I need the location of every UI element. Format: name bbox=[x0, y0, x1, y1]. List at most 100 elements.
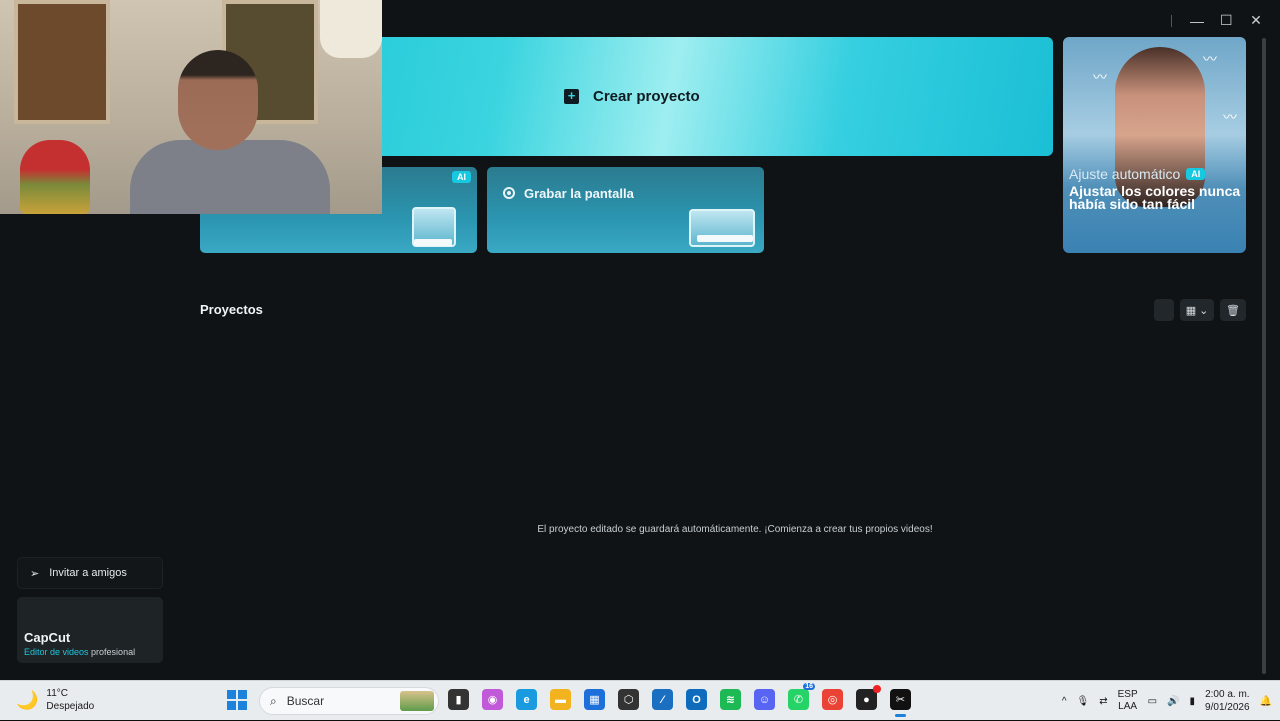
brand-subtitle: Editor de videos profesional bbox=[24, 647, 163, 657]
whatsapp-glyph: ✆ bbox=[793, 694, 804, 706]
lamp-shade bbox=[320, 0, 382, 58]
visual-studio-glyph: ⁄ bbox=[661, 693, 664, 706]
person-body bbox=[130, 140, 330, 214]
outlook-glyph: O bbox=[692, 693, 701, 706]
notification-badge: 16 bbox=[803, 683, 815, 690]
language-indicator[interactable]: ESP LAA bbox=[1118, 689, 1138, 713]
battery-icon[interactable]: ▮ bbox=[1190, 696, 1196, 707]
weather-desc: Despejado bbox=[46, 701, 95, 712]
person-head bbox=[178, 50, 258, 150]
capcut-glyph: ✂ bbox=[895, 694, 906, 706]
windows-logo-tile bbox=[238, 690, 247, 699]
projects-toolbar: ▦ ⌄ 🗑 bbox=[1154, 299, 1246, 321]
system-tray: ^ 🎙 ⇄ ESP LAA ▭ 🔊 ▮ 2:00 a. m. 9/01/2026… bbox=[1062, 681, 1280, 721]
brand-card: CapCut Editor de videos profesional bbox=[17, 597, 163, 663]
obs-glyph: ● bbox=[863, 693, 870, 706]
maximize-button[interactable]: ☐ bbox=[1220, 12, 1233, 29]
copilot-icon[interactable]: ◉ bbox=[482, 689, 503, 710]
chrome-glyph: ◎ bbox=[827, 694, 838, 706]
grid-icon: ▦ bbox=[1185, 304, 1197, 317]
ai-badge: AI bbox=[1186, 168, 1206, 180]
select-button[interactable] bbox=[1154, 299, 1174, 321]
send-icon: ➢ bbox=[30, 567, 40, 580]
brand-subtitle-highlight: Editor de videos bbox=[24, 647, 89, 657]
recording-dot bbox=[873, 685, 881, 693]
record-screen-label: Grabar la pantalla bbox=[524, 186, 634, 201]
weather-widget[interactable]: 🌙 11°C Despejado bbox=[16, 687, 94, 713]
whatsapp-icon[interactable]: ✆ 16 bbox=[788, 683, 815, 710]
clock-date: 9/01/2026 bbox=[1205, 702, 1250, 713]
volume-icon[interactable]: 🔊 bbox=[1167, 696, 1179, 707]
network-share-icon[interactable]: ⇄ bbox=[1099, 696, 1107, 707]
lang-top: ESP bbox=[1117, 689, 1138, 700]
title-separator bbox=[1171, 14, 1172, 27]
outlook-icon[interactable]: O bbox=[686, 689, 707, 710]
record-screen-card[interactable]: Grabar la pantalla bbox=[487, 167, 764, 253]
create-project-button[interactable]: + Crear proyecto bbox=[564, 88, 700, 105]
brand-name: CapCut bbox=[24, 630, 71, 645]
weather-temp: 11°C bbox=[46, 688, 69, 699]
delete-button[interactable]: 🗑 bbox=[1220, 299, 1246, 321]
bird-icon: 〰 bbox=[1093, 69, 1107, 85]
clock-time: 2:00 a. m. bbox=[1205, 689, 1250, 700]
file-explorer-dark-icon[interactable]: ▮ bbox=[448, 689, 469, 710]
promo-subtitle: Ajustar los colores nunca había sido tan… bbox=[1069, 183, 1241, 212]
capcut-icon[interactable]: ✂ bbox=[890, 689, 911, 717]
search-icon: ⌕ bbox=[270, 693, 277, 708]
windows-logo-tile bbox=[238, 701, 247, 710]
search-placeholder: Buscar bbox=[286, 694, 325, 708]
webcam-overlay bbox=[0, 0, 382, 214]
trash-icon: 🗑 bbox=[1226, 304, 1240, 317]
search-highlight-art bbox=[400, 691, 434, 711]
create-project-label: Crear proyecto bbox=[593, 88, 700, 105]
record-icon bbox=[503, 187, 515, 199]
folder-glyph: ▬ bbox=[555, 693, 566, 706]
discord-glyph: ☺ bbox=[758, 693, 771, 706]
bird-icon: 〰 bbox=[1203, 51, 1217, 67]
chrome-icon[interactable]: ◎ bbox=[822, 689, 843, 710]
auto-adjust-promo[interactable]: 〰 〰 〰 Ajuste automático AI Ajustar los c… bbox=[1063, 37, 1246, 253]
obs-icon[interactable]: ● bbox=[856, 685, 881, 710]
copilot-glyph: ◉ bbox=[487, 694, 498, 706]
promo-title-text: Ajuste automático bbox=[1069, 166, 1181, 182]
discord-icon[interactable]: ☺ bbox=[754, 689, 775, 710]
ai-badge: AI bbox=[452, 171, 471, 183]
brand-subtitle-rest: profesional bbox=[88, 647, 136, 657]
scrollbar[interactable] bbox=[1262, 38, 1266, 674]
chevron-down-icon: ⌄ bbox=[1199, 304, 1209, 317]
wall-frame bbox=[14, 0, 110, 124]
promo-title: Ajuste automático AI bbox=[1069, 166, 1206, 182]
invite-label: Invitar a amigos bbox=[49, 567, 127, 579]
clock[interactable]: 2:00 a. m. 9/01/2026 bbox=[1205, 688, 1250, 714]
visual-studio-icon[interactable]: ⁄ bbox=[652, 689, 673, 710]
folder-icon[interactable]: ▬ bbox=[550, 689, 571, 710]
lang-bottom: LAA bbox=[1118, 701, 1138, 712]
moon-icon: 🌙 bbox=[16, 689, 39, 710]
view-mode-button[interactable]: ▦ ⌄ bbox=[1180, 299, 1214, 321]
close-button[interactable]: ✕ bbox=[1250, 12, 1262, 29]
santa-figure bbox=[20, 140, 90, 214]
start-button[interactable] bbox=[227, 690, 247, 710]
notifications-icon[interactable]: 🔔 bbox=[1260, 696, 1272, 707]
display-icon[interactable]: ▭ bbox=[1148, 696, 1157, 707]
unity-glyph: ⬡ bbox=[623, 694, 634, 706]
store-icon[interactable]: ▦ bbox=[584, 689, 605, 710]
microphone-icon[interactable]: 🎙 bbox=[1077, 696, 1090, 707]
bird-icon: 〰 bbox=[1223, 109, 1237, 125]
window-controls: — ☐ ✕ bbox=[1171, 12, 1262, 29]
taskbar: 🌙 11°C Despejado ⌕ Buscar ▮ ◉ e ▬ ▦ ⬡ ⁄ O ≋ ☺ ✆ 16 ◎… bbox=[0, 680, 1280, 720]
unity-icon[interactable]: ⬡ bbox=[618, 689, 639, 710]
projects-title: Proyectos bbox=[200, 302, 263, 317]
windows-logo-tile bbox=[227, 690, 236, 699]
minimize-button[interactable]: — bbox=[1190, 13, 1204, 29]
taskbar-search[interactable]: ⌕ Buscar bbox=[259, 687, 439, 715]
thumbnail-bar bbox=[414, 239, 452, 246]
empty-projects-message: El proyecto editado se guardará automáti… bbox=[537, 524, 933, 535]
thumbnail-bar bbox=[697, 235, 753, 242]
spotify-icon[interactable]: ≋ bbox=[720, 689, 741, 710]
chevron-up-icon[interactable]: ^ bbox=[1062, 696, 1067, 707]
edge-icon[interactable]: e bbox=[516, 689, 537, 710]
spotify-glyph: ≋ bbox=[725, 694, 736, 706]
windows-logo-tile bbox=[227, 701, 236, 710]
invite-friends-button[interactable]: ➢ Invitar a amigos bbox=[17, 557, 163, 589]
